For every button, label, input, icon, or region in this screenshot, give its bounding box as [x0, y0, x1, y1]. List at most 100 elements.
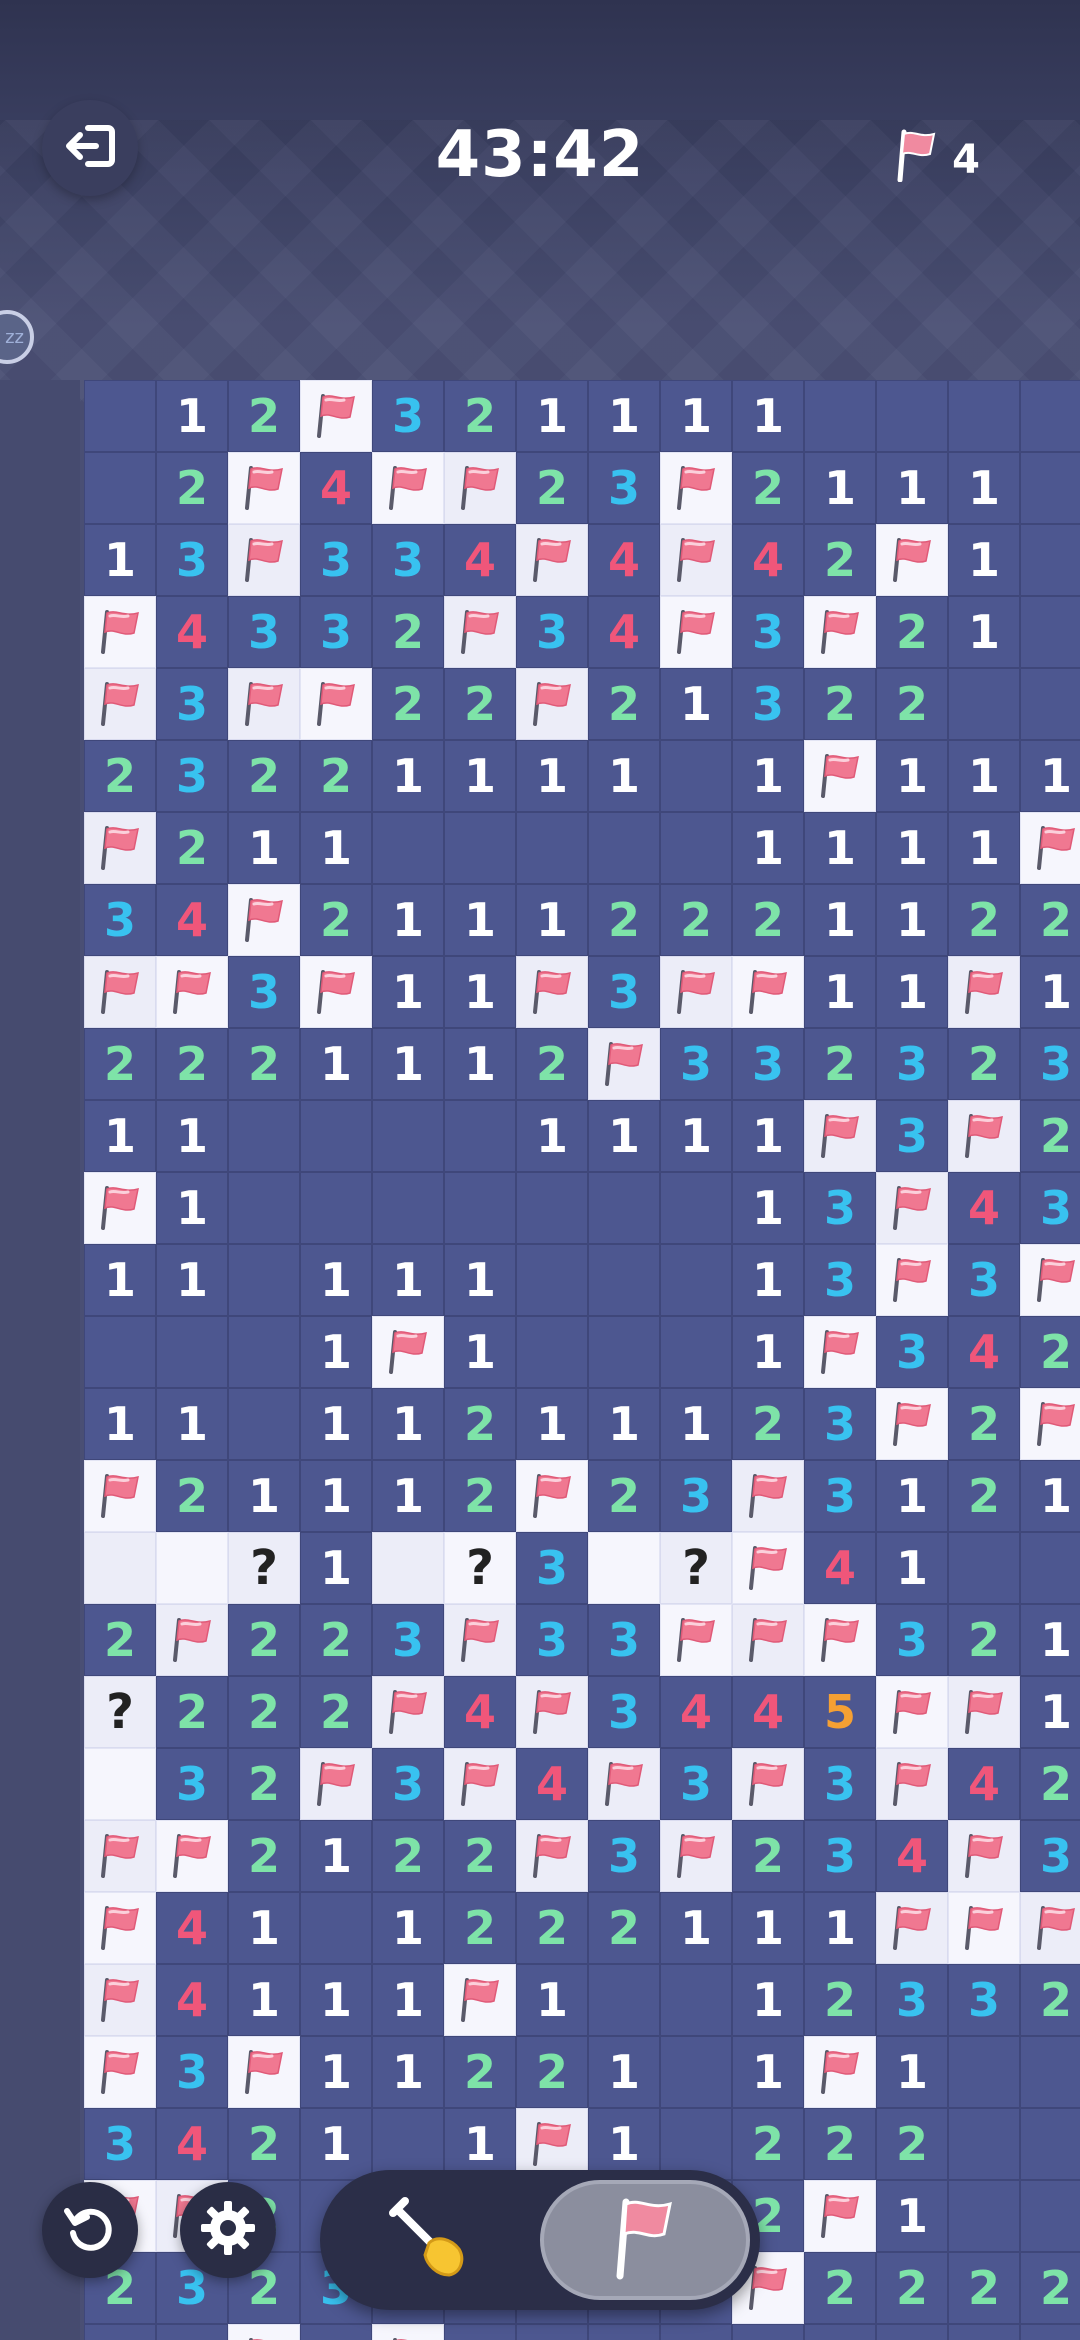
number-cell[interactable]: 1 — [804, 956, 876, 1028]
number-cell[interactable]: 4 — [588, 596, 660, 668]
number-cell[interactable]: 1 — [660, 1388, 732, 1460]
number-cell[interactable]: 3 — [300, 524, 372, 596]
flagged-cell[interactable] — [84, 596, 156, 668]
number-cell[interactable]: 2 — [1020, 1748, 1080, 1820]
hidden-cell[interactable] — [444, 1100, 516, 1172]
number-cell[interactable]: 1 — [588, 1100, 660, 1172]
hidden-cell[interactable] — [300, 1892, 372, 1964]
number-cell[interactable]: 2 — [948, 884, 1020, 956]
flagged-cell[interactable] — [1020, 1892, 1080, 1964]
hidden-cell[interactable] — [228, 1316, 300, 1388]
number-cell[interactable]: 3 — [372, 380, 444, 452]
flagged-cell[interactable] — [84, 1460, 156, 1532]
hidden-cell[interactable] — [228, 1244, 300, 1316]
hidden-cell[interactable] — [1020, 524, 1080, 596]
number-cell[interactable]: 4 — [300, 452, 372, 524]
number-cell[interactable]: 1 — [228, 1460, 300, 1532]
flagged-cell[interactable] — [948, 1676, 1020, 1748]
number-cell[interactable]: 1 — [300, 1316, 372, 1388]
number-cell[interactable]: 3 — [300, 596, 372, 668]
number-cell[interactable]: 4 — [588, 524, 660, 596]
flagged-cell[interactable] — [84, 812, 156, 884]
number-cell[interactable]: 3 — [660, 1748, 732, 1820]
number-cell[interactable]: 4 — [732, 1676, 804, 1748]
number-cell[interactable]: 4 — [156, 884, 228, 956]
number-cell[interactable]: 2 — [156, 1028, 228, 1100]
number-cell[interactable]: 1 — [804, 812, 876, 884]
flagged-cell[interactable] — [300, 668, 372, 740]
number-cell[interactable]: 3 — [876, 1316, 948, 1388]
hidden-cell[interactable] — [876, 380, 948, 452]
hidden-cell[interactable] — [372, 1172, 444, 1244]
number-cell[interactable]: 2 — [228, 1028, 300, 1100]
sleep-bubble[interactable]: zz — [0, 310, 34, 364]
number-cell[interactable]: 1 — [732, 812, 804, 884]
hidden-cell[interactable] — [372, 812, 444, 884]
number-cell[interactable]: 1 — [444, 1316, 516, 1388]
flagged-cell[interactable] — [84, 1964, 156, 2036]
number-cell[interactable]: 3 — [156, 740, 228, 812]
flagged-cell[interactable] — [516, 668, 588, 740]
number-cell[interactable]: 2 — [444, 1460, 516, 1532]
number-cell[interactable]: 3 — [228, 596, 300, 668]
number-cell[interactable]: 3 — [732, 668, 804, 740]
hidden-cell[interactable] — [84, 1316, 156, 1388]
number-cell[interactable]: 1 — [444, 740, 516, 812]
number-cell[interactable]: 3 — [156, 668, 228, 740]
number-cell[interactable]: 3 — [516, 1604, 588, 1676]
hidden-cell[interactable] — [660, 1172, 732, 1244]
number-cell[interactable]: 1 — [876, 956, 948, 1028]
number-cell[interactable]: 1 — [876, 1532, 948, 1604]
dig-mode-button[interactable] — [360, 2190, 500, 2290]
number-cell[interactable]: 1 — [516, 1388, 588, 1460]
revealed-empty-cell[interactable] — [588, 1532, 660, 1604]
hidden-cell[interactable] — [444, 1172, 516, 1244]
number-cell[interactable]: 2 — [228, 1820, 300, 1892]
hidden-cell[interactable] — [588, 1964, 660, 2036]
number-cell[interactable]: 2 — [444, 380, 516, 452]
hidden-cell[interactable] — [948, 2036, 1020, 2108]
number-cell[interactable]: 2 — [300, 740, 372, 812]
number-cell[interactable]: 3 — [1020, 1172, 1080, 1244]
number-cell[interactable]: 2 — [1020, 1964, 1080, 2036]
number-cell[interactable]: 3 — [660, 1028, 732, 1100]
number-cell[interactable]: 1 — [588, 1388, 660, 1460]
hidden-cell[interactable] — [84, 452, 156, 524]
hidden-cell[interactable] — [588, 1172, 660, 1244]
flagged-cell[interactable] — [660, 956, 732, 1028]
number-cell[interactable]: 1 — [804, 1892, 876, 1964]
revealed-empty-cell[interactable] — [156, 1532, 228, 1604]
flagged-cell[interactable] — [156, 956, 228, 1028]
number-cell[interactable]: 1 — [84, 1388, 156, 1460]
flagged-cell[interactable] — [444, 1748, 516, 1820]
number-cell[interactable]: 1 — [372, 1028, 444, 1100]
hidden-cell[interactable] — [516, 1244, 588, 1316]
hidden-cell[interactable] — [156, 1316, 228, 1388]
number-cell[interactable]: 1 — [300, 812, 372, 884]
number-cell[interactable]: 3 — [660, 1460, 732, 1532]
number-cell[interactable]: 2 — [948, 1388, 1020, 1460]
hidden-cell[interactable] — [660, 1964, 732, 2036]
hidden-cell[interactable] — [660, 1316, 732, 1388]
number-cell[interactable]: 1 — [156, 1100, 228, 1172]
hidden-cell[interactable] — [300, 1172, 372, 1244]
number-cell[interactable]: 4 — [948, 1748, 1020, 1820]
number-cell[interactable]: 1 — [228, 1892, 300, 1964]
number-cell[interactable]: 3 — [372, 1604, 444, 1676]
number-cell[interactable]: 2 — [1020, 884, 1080, 956]
number-cell[interactable]: 2 — [876, 596, 948, 668]
hidden-cell[interactable] — [660, 812, 732, 884]
number-cell[interactable]: 1 — [660, 1100, 732, 1172]
number-cell[interactable]: 3 — [804, 1172, 876, 1244]
number-cell[interactable]: 2 — [228, 1604, 300, 1676]
number-cell[interactable]: 1 — [372, 2036, 444, 2108]
flagged-cell[interactable] — [732, 1748, 804, 1820]
number-cell[interactable]: 1 — [732, 1244, 804, 1316]
number-cell[interactable]: 1 — [948, 524, 1020, 596]
number-cell[interactable]: 3 — [516, 596, 588, 668]
number-cell[interactable]: 3 — [372, 524, 444, 596]
number-cell[interactable]: 2 — [804, 524, 876, 596]
number-cell[interactable]: 1 — [300, 1028, 372, 1100]
number-cell[interactable]: 2 — [732, 452, 804, 524]
number-cell[interactable]: 2 — [732, 1388, 804, 1460]
